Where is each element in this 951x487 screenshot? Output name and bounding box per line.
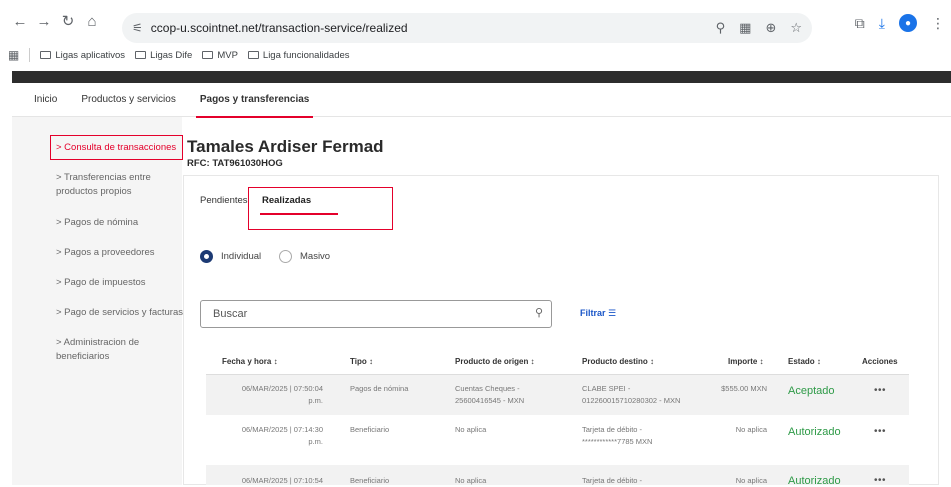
bookmark-liga-funcionalidades[interactable]: Liga funcionalidades [247,49,350,61]
menu-icon[interactable]: ⋮ [931,15,945,32]
apps-grid-icon[interactable]: ▦ [8,48,19,62]
cell-tipo: Beneficiario [350,425,390,434]
company-name: Tamales Ardiser Fermad [187,137,384,156]
column-header-tipo[interactable]: Tipo ↕ [350,357,373,366]
status-badge: Aceptado [788,385,835,397]
radio-individual[interactable] [200,250,213,263]
cell-tipo: Pagos de nómina [350,384,409,393]
app-header-bar [12,71,951,83]
site-settings-icon[interactable]: ⚟ [132,21,143,35]
bookmarks-bar: ▦ Ligas aplicativos Ligas Dife MVP Liga … [0,42,951,68]
row-actions-button[interactable]: ••• [874,426,886,437]
extensions-icon[interactable]: ⧉ [855,15,865,32]
divider [29,48,31,62]
column-header-fecha[interactable]: Fecha y hora ↕ [222,357,278,366]
highlight-box [248,187,393,230]
bookmark-label: MVP [217,49,238,61]
search-input[interactable]: Buscar ⚲ [200,300,552,328]
home-icon[interactable]: ⌂ [80,9,104,33]
browser-toolbar: ← → ↻ ⌂ ⚟ ccop-u.scointnet.net/transacti… [0,0,951,43]
folder-icon [202,51,214,59]
bookmark-label: Ligas Dife [150,49,193,61]
row-actions-button[interactable]: ••• [874,385,886,396]
bookmark-label: Ligas aplicativos [55,49,126,61]
radio-masivo[interactable] [279,250,292,263]
company-rfc: RFC: TAT961030HOG [187,158,283,169]
column-header-importe[interactable]: Importe ↕ [728,357,764,366]
cell-fecha: 06/MAR/2025 | 07:14:30 p.m. [241,425,323,446]
address-bar[interactable]: ⚟ ccop-u.scointnet.net/transaction-servi… [122,13,812,43]
cell-destino: Tarjeta de débito - ************7785 MXN [582,425,653,446]
translate-icon[interactable]: ▦ [739,20,751,36]
cell-destino: CLABE SPEI - 012260015710280302 - MXN [582,384,681,405]
row-actions-button[interactable]: ••• [874,475,886,486]
status-badge: Autorizado [788,426,841,438]
bookmark-mvp[interactable]: MVP [202,50,238,61]
sidebar-item-administracion-beneficiarios[interactable]: > Administracion de beneficiarios [56,336,156,365]
folder-icon [40,51,52,59]
radio-masivo-label: Masivo [300,251,331,262]
column-header-origen[interactable]: Producto de origen ↕ [455,357,535,366]
filter-button[interactable]: Filtrar ☰ [580,308,616,319]
sidebar-item-pago-impuestos[interactable]: > Pago de impuestos [56,276,186,290]
cell-importe: $555.00 MXN [721,384,767,393]
reload-icon[interactable]: ↻ [56,9,80,33]
sidebar-item-transferencias[interactable]: > Transferencias entre productos propios [56,171,166,200]
bookmark-label: Liga funcionalidades [262,49,350,61]
nav-productos-servicios[interactable]: Productos y servicios [81,94,175,105]
column-header-destino[interactable]: Producto destino ↕ [582,357,654,366]
location-icon[interactable]: ⚲ [716,20,726,36]
download-icon[interactable]: ⤓ [879,15,885,32]
back-icon[interactable]: ← [8,9,32,33]
nav-inicio[interactable]: Inicio [34,94,57,105]
sidebar-item-pago-servicios[interactable]: > Pago de servicios y facturas [56,306,186,320]
zoom-icon[interactable]: ⊕ [765,20,776,36]
bookmark-star-icon[interactable]: ☆ [790,20,802,36]
sidebar-item-pagos-proveedores[interactable]: > Pagos a proveedores [56,246,186,260]
search-icon[interactable]: ⚲ [535,306,543,319]
search-placeholder: Buscar [213,308,248,320]
status-badge: Autorizado [788,475,841,487]
bookmark-ligas-dife[interactable]: Ligas Dife [135,50,192,61]
folder-icon [247,51,259,59]
main-nav: Inicio Productos y servicios Pagos y tra… [12,83,951,118]
column-header-acciones: Acciones [862,357,898,366]
radio-individual-label: Individual [221,251,262,262]
cell-fecha: 06/MAR/2025 | 07:50:04 p.m. [241,384,323,405]
highlight-box [50,135,183,160]
cell-origen: Cuentas Cheques - 25600416545 - MXN [455,384,525,405]
folder-icon [135,51,147,59]
tab-pendientes[interactable]: Pendientes [200,195,248,206]
forward-icon[interactable]: → [32,9,56,33]
profile-avatar[interactable]: ● [899,14,917,32]
nav-pagos-transferencias[interactable]: Pagos y transferencias [195,83,313,118]
sidebar-item-pagos-nomina[interactable]: > Pagos de nómina [56,216,186,230]
cell-importe: No aplica [735,425,767,434]
cell-origen: No aplica [455,425,487,434]
url-text: ccop-u.scointnet.net/transaction-service… [150,21,408,35]
column-header-estado[interactable]: Estado ↕ [788,357,821,366]
bookmark-ligas-aplicativos[interactable]: Ligas aplicativos [40,50,125,61]
